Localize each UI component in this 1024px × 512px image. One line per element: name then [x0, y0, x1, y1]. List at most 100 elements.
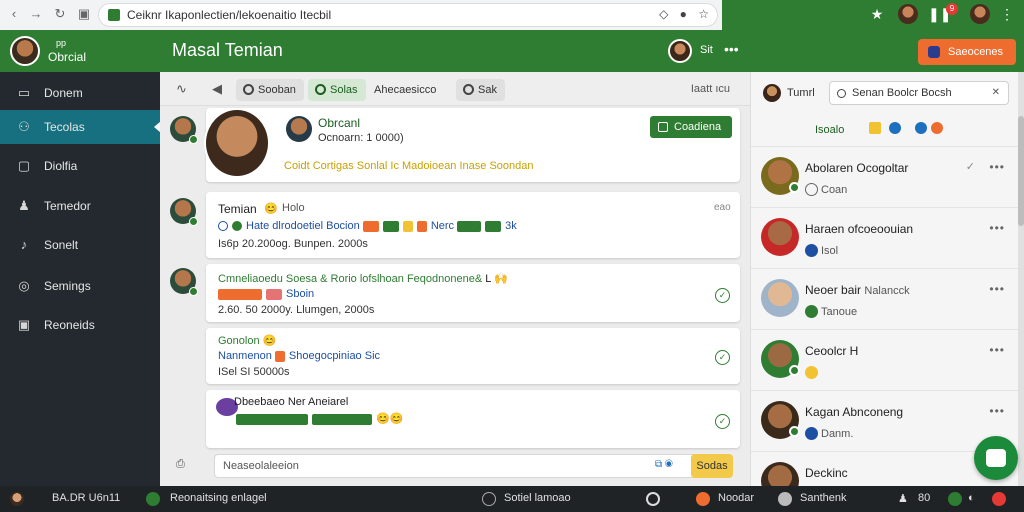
message-card[interactable]: Obrcanl Ocnoarn: 1 0000) Coadiena Coidt …: [204, 108, 740, 182]
sidebar-item-semings[interactable]: ◎ Semings: [0, 269, 160, 303]
status-icon: [805, 183, 818, 196]
message-card[interactable]: Dbeebaeo Ner Aneiarel 😊😊 ✓: [206, 390, 740, 448]
more-horizontal-icon[interactable]: •••: [989, 404, 1005, 418]
message-card[interactable]: Cmneliaoedu Soesa & Rorio lofslhoan Feqo…: [206, 264, 740, 322]
search-icon[interactable]: [482, 492, 496, 506]
sender-name: Obrcanl: [318, 116, 361, 130]
filter-label[interactable]: Isoalo: [815, 124, 844, 136]
tag-chip: [457, 220, 482, 232]
sidebar-item-reoneids[interactable]: ▣ Reoneids: [0, 308, 160, 342]
pause-icon[interactable]: ❚❚: [928, 5, 951, 23]
primary-action-button[interactable]: Saeocenes: [918, 39, 1016, 65]
app-icon[interactable]: [948, 492, 962, 506]
list-item[interactable]: Neoer bair Nalancck Tanoue •••: [751, 268, 1024, 329]
message-body: Coidt Cortigas Sonlal Ic Madoioean Inase…: [284, 160, 534, 172]
check-circle-icon[interactable]: ✓: [715, 350, 730, 365]
avatar[interactable]: [170, 116, 198, 144]
filter-dot[interactable]: [931, 122, 943, 134]
avatar[interactable]: [763, 84, 781, 102]
contact-status: Danm.: [821, 428, 854, 440]
attachment-icon[interactable]: ⎙: [176, 458, 185, 471]
message-text: Gonolon: [218, 335, 260, 347]
browser-icon[interactable]: [696, 492, 710, 506]
bottom-right-label: Noodar: [718, 492, 755, 504]
contact-name: Abolaren Ocogoltar: [805, 161, 909, 175]
more-vertical-icon[interactable]: ⋮: [998, 5, 1016, 23]
avatar[interactable]: [170, 268, 198, 296]
extension-icon[interactable]: ◇: [659, 7, 668, 21]
bookmark-icon[interactable]: ▣: [76, 6, 92, 22]
forward-icon[interactable]: →: [28, 6, 44, 22]
filter-chip[interactable]: [869, 122, 881, 134]
back-icon[interactable]: ‹: [6, 6, 22, 22]
tag-chip: [218, 288, 262, 300]
profile-mini-icon[interactable]: ●: [680, 7, 687, 21]
chat-area: ∿ ◀ Sooban Solas Ahecaesicco Sak Iaatt ı…: [160, 72, 750, 486]
message-card[interactable]: Gonolon 😊 Nanmenon Shoegocpiniao Sic ISe…: [206, 328, 740, 384]
avatar[interactable]: [668, 39, 692, 63]
filter-dot[interactable]: [889, 122, 901, 134]
tab-sooban[interactable]: Sooban: [236, 79, 304, 101]
sidebar-item-donem[interactable]: ▭ Donem: [0, 76, 160, 110]
avatar[interactable]: [204, 108, 270, 178]
message-card[interactable]: Temian 😊 Holo eao Hate dlrodoetiel Bocio…: [206, 192, 740, 258]
person-icon[interactable]: ♟: [898, 492, 908, 505]
chat-header: Masal Temian Sit •••: [160, 30, 750, 72]
check-circle-icon[interactable]: ✓: [715, 288, 730, 303]
more-horizontal-icon[interactable]: •••: [724, 41, 739, 57]
search-input[interactable]: Senan Boolcr Bocsh ✕: [829, 81, 1009, 105]
tag-chip: [312, 413, 372, 425]
scrollbar[interactable]: [1018, 72, 1024, 486]
approve-button[interactable]: Coadiena: [650, 116, 732, 138]
contact-name: Kagan Abnconeng: [805, 405, 904, 419]
sidebar: pp Obrcial ▭ Donem ⚇ Tecolas ▢ Diolfia ♟…: [0, 30, 161, 486]
new-chat-button[interactable]: [974, 436, 1018, 480]
emoji-picker-icon[interactable]: ⧉ ◉: [655, 459, 683, 473]
online-dot: [789, 426, 800, 437]
more-horizontal-icon[interactable]: •••: [989, 343, 1005, 357]
notification-icon[interactable]: [992, 492, 1006, 506]
star-filled-icon[interactable]: ★: [868, 5, 886, 23]
tab-ahecaesicco[interactable]: Ahecaesicco: [352, 79, 444, 101]
contact-name-text: Neoer bair: [805, 283, 862, 297]
chat-bubble-icon: [986, 449, 1006, 467]
sender-subtitle: Ocnoarn: 1 0000): [318, 132, 404, 144]
status-icon: [805, 305, 818, 318]
message-text: Cmneliaoedu Soesa & Rorio lofslhoan Feqo…: [218, 273, 486, 285]
list-item[interactable]: Ceoolcr H •••: [751, 329, 1024, 390]
check-circle-icon[interactable]: ✓: [715, 414, 730, 429]
avatar[interactable]: [10, 36, 40, 66]
status-icon: [805, 427, 818, 440]
activity-icon[interactable]: ∿: [176, 81, 187, 97]
sidebar-item-sonelt[interactable]: ♪ Sonelt: [0, 228, 160, 262]
bottom-status-bar: BA.DR U6n11 Reonaitsing enlagel Sotiel l…: [0, 486, 1024, 512]
sidebar-item-tecolas[interactable]: ⚇ Tecolas: [0, 110, 161, 144]
scrollbar-thumb[interactable]: [1018, 116, 1024, 226]
avatar[interactable]: [10, 492, 24, 506]
message-text: Nerc: [430, 220, 455, 232]
star-icon[interactable]: ☆: [698, 7, 709, 21]
avatar[interactable]: [286, 116, 312, 142]
more-horizontal-icon[interactable]: •••: [989, 282, 1005, 296]
speaker-icon[interactable]: ◀: [212, 81, 222, 97]
tab-sak[interactable]: Sak: [456, 79, 505, 101]
sidebar-item-diolfia[interactable]: ▢ Diolfia: [0, 149, 160, 183]
list-item[interactable]: Abolaren Ocogoltar Coan ✓ •••: [751, 146, 1024, 207]
avatar[interactable]: [170, 198, 198, 226]
filter-dot[interactable]: [915, 122, 927, 134]
avatar[interactable]: [970, 4, 990, 24]
sidebar-item-temedor[interactable]: ♟ Temedor: [0, 189, 160, 223]
more-horizontal-icon[interactable]: •••: [989, 160, 1005, 174]
send-button[interactable]: Sodas: [691, 454, 733, 478]
more-horizontal-icon[interactable]: •••: [989, 221, 1005, 235]
list-item[interactable]: Haraen ofcoeoouian Isol •••: [751, 207, 1024, 268]
tab-label: Sooban: [258, 84, 296, 96]
avatar[interactable]: [898, 4, 918, 24]
power-icon[interactable]: ◐: [968, 492, 975, 504]
close-icon[interactable]: ✕: [992, 87, 1000, 98]
reload-icon[interactable]: ↻: [52, 6, 68, 22]
record-icon[interactable]: [646, 492, 660, 506]
message-input[interactable]: Neaseolaleeion ⧉ ◉ Sodas: [214, 454, 733, 478]
person-icon[interactable]: [778, 492, 792, 506]
url-bar[interactable]: Ceiknr Ikaponlectien/lekoenaitio Itecbil…: [98, 3, 718, 27]
